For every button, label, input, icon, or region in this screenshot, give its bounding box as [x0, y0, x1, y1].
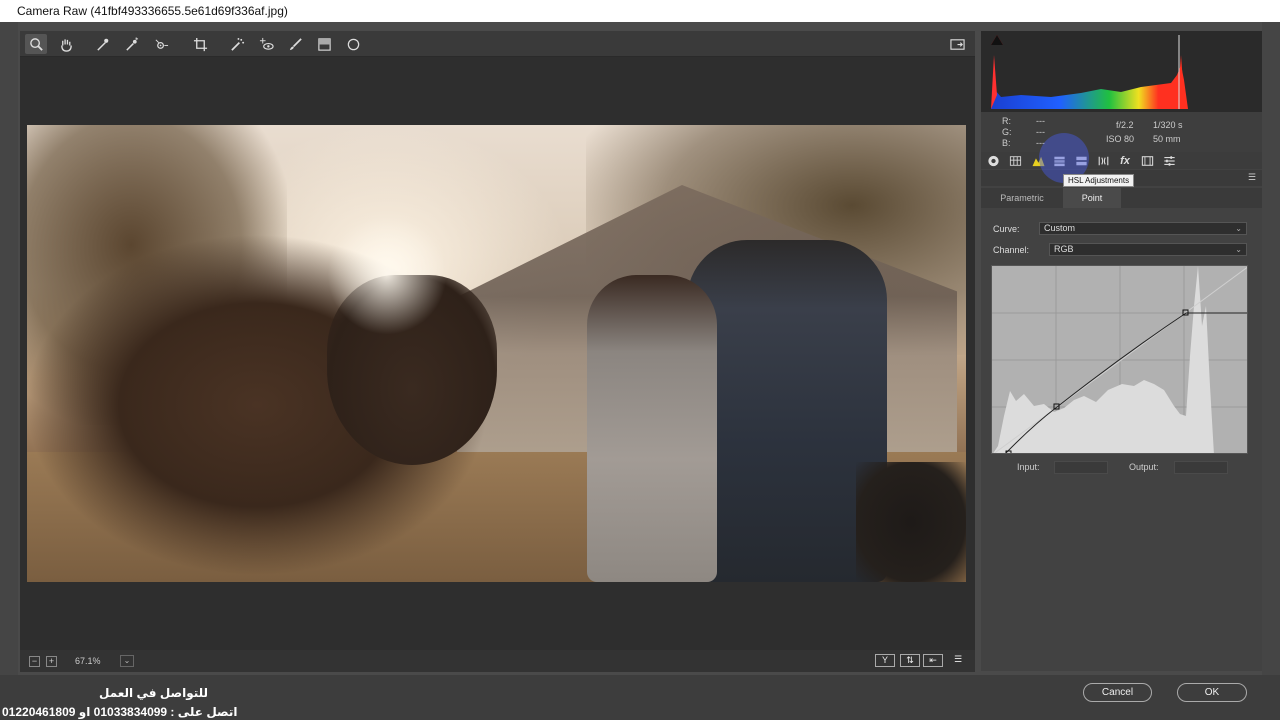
- channel-select[interactable]: RGB ⌄: [1049, 243, 1247, 256]
- basic-icon[interactable]: [985, 153, 1001, 168]
- left-edge: [0, 22, 18, 675]
- zoom-icon[interactable]: [25, 34, 47, 54]
- iso: ISO 80: [1106, 134, 1135, 144]
- preview-image: [27, 125, 966, 582]
- zoom-in-button[interactable]: +: [46, 656, 57, 667]
- zoom-level: 67.1%: [75, 656, 101, 666]
- hand-icon[interactable]: [55, 34, 77, 54]
- aperture: f/2.2: [1116, 120, 1134, 130]
- cancel-button[interactable]: Cancel: [1083, 683, 1152, 702]
- tone-curve-icon[interactable]: [1007, 153, 1023, 168]
- white-balance-icon[interactable]: [91, 34, 113, 54]
- output-label: Output:: [1129, 462, 1159, 472]
- right-edge: [1262, 22, 1280, 675]
- tool-bar: [20, 31, 975, 57]
- color-sampler-icon[interactable]: [120, 34, 142, 54]
- panel-menu-icon[interactable]: ☰: [1248, 172, 1256, 183]
- watermark-line2: اتصل على : 01033834099 او 01220461809: [2, 705, 238, 719]
- toggle-fullscreen-icon[interactable]: [946, 34, 968, 54]
- camera-calibration-icon[interactable]: [1139, 153, 1155, 168]
- g-value: ---: [1036, 127, 1045, 137]
- tone-curve-tabs: Parametric Point: [981, 188, 1262, 208]
- tab-parametric[interactable]: Parametric: [981, 188, 1063, 208]
- highlight-clipping-icon[interactable]: [991, 35, 1003, 45]
- input-field[interactable]: [1054, 461, 1108, 474]
- red-eye-icon[interactable]: [255, 34, 277, 54]
- output-field[interactable]: [1174, 461, 1228, 474]
- panel-tabs: fx: [981, 152, 1262, 169]
- crop-icon[interactable]: [189, 34, 211, 54]
- spot-removal-icon[interactable]: [226, 34, 248, 54]
- curve-select[interactable]: Custom ⌄: [1039, 222, 1247, 235]
- r-label: R:: [1002, 116, 1011, 126]
- before-after-view-button[interactable]: Y: [875, 654, 895, 667]
- copy-settings-button[interactable]: ⇤: [923, 654, 943, 667]
- presets-icon[interactable]: [1161, 153, 1177, 168]
- focal-length: 50 mm: [1153, 134, 1181, 144]
- adjustment-brush-icon[interactable]: [284, 34, 306, 54]
- ok-button[interactable]: OK: [1177, 683, 1247, 702]
- radial-filter-icon[interactable]: [342, 34, 364, 54]
- toggle-settings-icon[interactable]: ☰: [948, 654, 968, 667]
- b-label: B:: [1002, 138, 1011, 148]
- g-label: G:: [1002, 127, 1012, 137]
- curve-select-value: Custom: [1044, 223, 1076, 233]
- targeted-adjustment-icon[interactable]: [150, 34, 172, 54]
- zoom-out-button[interactable]: −: [29, 656, 40, 667]
- lens-corrections-icon[interactable]: [1095, 153, 1111, 168]
- graduated-filter-icon[interactable]: [313, 34, 335, 54]
- channel-label: Channel:: [993, 245, 1030, 255]
- effects-icon[interactable]: fx: [1117, 153, 1133, 168]
- tab-point[interactable]: Point: [1063, 188, 1121, 208]
- input-label: Input:: [1017, 462, 1040, 472]
- shutter-speed: 1/320 s: [1153, 120, 1183, 130]
- tooltip: HSL Adjustments: [1063, 174, 1135, 187]
- window-title: Camera Raw (41fbf493336655.5e61d69f336af…: [0, 0, 1280, 22]
- channel-select-value: RGB: [1054, 244, 1074, 254]
- zoom-dropdown[interactable]: ⌄: [120, 655, 134, 667]
- info-readout: R: --- G: --- B: --- f/2.2 1/320 s ISO 8…: [981, 112, 1262, 152]
- r-value: ---: [1036, 116, 1045, 126]
- curve-label: Curve:: [993, 224, 1020, 234]
- chevron-down-icon: ⌄: [1235, 245, 1242, 254]
- histogram: [981, 31, 1262, 112]
- watermark-line1: للتواصل في العمل: [99, 686, 209, 700]
- tone-curve-graph[interactable]: [991, 265, 1248, 454]
- preview-status-bar: − + 67.1% ⌄ Y ⇅ ⇤ ☰: [20, 650, 975, 672]
- swap-before-after-button[interactable]: ⇅: [900, 654, 920, 667]
- chevron-down-icon: ⌄: [1235, 224, 1242, 233]
